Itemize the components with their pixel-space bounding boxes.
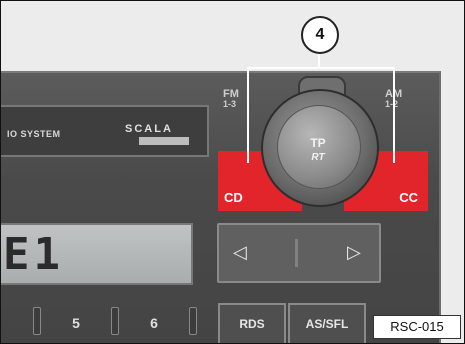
- cc-button-label: CC: [399, 190, 418, 205]
- preset-separator: [33, 307, 41, 335]
- preset-6-label: 6: [150, 315, 158, 331]
- seek-divider: [295, 239, 298, 267]
- callout-line-left: [247, 67, 249, 163]
- rds-button[interactable]: RDS: [218, 303, 286, 343]
- seek-left-icon[interactable]: ◁: [233, 242, 247, 263]
- seek-rocker[interactable]: ◁ ▷: [217, 223, 381, 283]
- model-logo: SCALA: [125, 123, 195, 147]
- cd-button-label: CD: [224, 190, 243, 205]
- preset-button-5[interactable]: 5: [41, 301, 111, 343]
- preset-separator: [111, 307, 119, 335]
- seek-right-icon[interactable]: ▷: [347, 242, 361, 263]
- callout-number: 4: [301, 16, 339, 54]
- fm-label: FM 1-3: [223, 89, 239, 110]
- figure-code: RSC-015: [373, 315, 461, 339]
- preset-5-label: 5: [72, 315, 80, 331]
- tp-button-text: TP RT: [277, 137, 359, 164]
- as-sfl-label: AS/SFL: [305, 317, 349, 331]
- model-logo-text: SCALA: [125, 123, 173, 135]
- as-sfl-button[interactable]: AS/SFL: [288, 303, 366, 343]
- tp-label: TP: [310, 136, 326, 150]
- model-logo-bar: [139, 137, 189, 145]
- display-panel: E1: [1, 223, 193, 285]
- callout-line-right: [393, 67, 395, 163]
- display-text: E1: [3, 229, 64, 280]
- brand-text: IO SYSTEM: [7, 129, 61, 139]
- am-label-bottom: 1-2: [385, 99, 399, 109]
- rds-label: RDS: [239, 317, 265, 331]
- preset-button-6[interactable]: 6: [119, 301, 189, 343]
- figure-frame: IO SYSTEM SCALA FM 1-3 AM 1-2 CD CC TP R…: [0, 0, 465, 344]
- callout-line-top: [247, 67, 395, 69]
- rt-label: RT: [311, 152, 325, 163]
- fm-label-bottom: 1-3: [223, 99, 237, 109]
- preset-separator: [189, 307, 197, 335]
